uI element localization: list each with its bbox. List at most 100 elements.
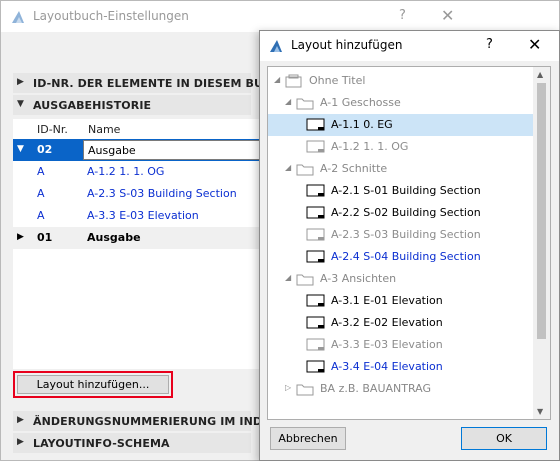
expand-arrow-icon[interactable]: ▷ <box>285 383 291 392</box>
window-title: Layoutbuch-Einstellungen <box>33 9 189 23</box>
table-row[interactable]: ▼ 02 Ausgabe <box>13 139 261 161</box>
expand-arrow-icon: ▶ <box>17 77 24 87</box>
tree-label: A-2.4 S-04 Building Section <box>331 250 481 263</box>
scrollbar-thumb[interactable] <box>537 83 546 339</box>
folder-icon <box>296 274 314 286</box>
help-button[interactable]: ? <box>486 37 493 52</box>
section-label: ÄNDERUNGSNUMMERIERUNG IM INDEX <box>33 415 279 428</box>
expand-arrow-icon: ▶ <box>17 437 24 447</box>
archicad-icon <box>270 40 282 52</box>
row-name: A-3.3 E-03 Elevation <box>87 209 199 222</box>
add-layout-highlight: Layout hinzufügen... <box>13 371 173 398</box>
section-history[interactable]: ▼ AUSGABEHISTORIE <box>13 95 251 115</box>
tree-node-layout[interactable]: A-3.1 E-01 Elevation <box>268 290 538 312</box>
tree-node-layout[interactable]: A-3.4 E-04 Elevation <box>268 356 538 378</box>
section-change-numbering[interactable]: ▶ ÄNDERUNGSNUMMERIERUNG IM INDEX <box>13 411 278 431</box>
layout-icon <box>306 228 325 241</box>
section-label: ID-NR. DER ELEMENTE IN DIESEM BUCH <box>33 77 281 90</box>
tree-label: A-1 Geschosse <box>320 96 401 109</box>
tree-label: A-1.1 0. EG <box>331 118 393 131</box>
archicad-icon <box>12 11 24 23</box>
dialog-title: Layout hinzufügen <box>291 38 403 52</box>
folder-icon <box>296 384 314 396</box>
tree-label: Ohne Titel <box>309 74 366 87</box>
section-layoutinfo[interactable]: ▶ LAYOUTINFO-SCHEMA <box>13 433 251 453</box>
row-id: A <box>37 209 45 222</box>
window-titlebar: Layoutbuch-Einstellungen ? ✕ <box>1 1 559 32</box>
tree-label: A-3.4 E-04 Elevation <box>331 360 443 373</box>
collapse-arrow-icon[interactable]: ◢ <box>285 97 291 106</box>
row-id: A <box>37 187 45 200</box>
book-icon <box>285 74 302 88</box>
tree-node-layout[interactable]: A-3.3 E-03 Elevation <box>268 334 538 356</box>
table-row[interactable]: A A-1.2 1. 1. OG <box>13 161 261 183</box>
folder-icon <box>296 98 314 110</box>
tree-label: A-2.2 S-02 Building Section <box>331 206 481 219</box>
collapse-arrow-icon[interactable]: ▼ <box>17 144 24 154</box>
expand-arrow-icon[interactable]: ▶ <box>17 232 24 242</box>
add-layout-button[interactable]: Layout hinzufügen... <box>17 375 169 394</box>
row-id: 01 <box>37 231 53 244</box>
tree-label: A-3.2 E-02 Elevation <box>331 316 443 329</box>
layout-icon <box>306 118 325 131</box>
section-label: AUSGABEHISTORIE <box>33 99 152 112</box>
tree-label: A-1.2 1. 1. OG <box>331 140 409 153</box>
dialog-titlebar: Layout hinzufügen ? ✕ <box>260 31 559 61</box>
tree-node-folder[interactable]: ▷ BA z.B. BAUANTRAG <box>268 378 538 400</box>
tree-label: A-2.3 S-03 Building Section <box>331 228 481 241</box>
section-id-numbers[interactable]: ▶ ID-NR. DER ELEMENTE IN DIESEM BUCH <box>13 73 280 93</box>
close-button[interactable]: ✕ <box>441 6 454 25</box>
row-name: Ausgabe <box>87 231 141 244</box>
tree-node-folder[interactable]: ◢ A-2 Schnitte <box>268 158 538 180</box>
tree-node-layout[interactable]: A-2.1 S-01 Building Section <box>268 180 538 202</box>
col-name-header: Name <box>88 123 121 136</box>
tree-node-layout[interactable]: A-2.4 S-04 Building Section <box>268 246 538 268</box>
tree-node-layout[interactable]: A-3.2 E-02 Elevation <box>268 312 538 334</box>
expand-arrow-icon: ▶ <box>17 415 24 425</box>
tree-label: A-3.3 E-03 Elevation <box>331 338 443 351</box>
layout-icon <box>306 294 325 307</box>
tree-label: A-2 Schnitte <box>320 162 388 175</box>
tree-node-layout[interactable]: A-2.2 S-02 Building Section <box>268 202 538 224</box>
layout-icon <box>306 338 325 351</box>
section-label: LAYOUTINFO-SCHEMA <box>33 437 170 450</box>
layout-icon <box>306 206 325 219</box>
ok-button[interactable]: OK <box>461 427 547 450</box>
tree-node-folder[interactable]: ◢ A-3 Ansichten <box>268 268 538 290</box>
add-layout-dialog: Layout hinzufügen ? ✕ ◢ Ohne Titel ◢ A-1… <box>259 30 560 461</box>
layout-icon <box>306 360 325 373</box>
help-button[interactable]: ? <box>399 8 406 23</box>
scroll-down-icon[interactable]: ▼ <box>537 407 543 416</box>
cancel-button[interactable]: Abbrechen <box>270 427 346 450</box>
tree-node-layout[interactable]: A-1.1 0. EG <box>268 114 538 136</box>
tree-node-layout[interactable]: A-1.2 1. 1. OG <box>268 136 538 158</box>
table-header: ID-Nr. Name <box>13 119 261 139</box>
tree-label: BA z.B. BAUANTRAG <box>320 382 432 395</box>
folder-icon <box>296 164 314 176</box>
layout-icon <box>306 140 325 153</box>
collapse-arrow-icon[interactable]: ◢ <box>274 75 280 84</box>
tree-label: A-3.1 E-01 Elevation <box>331 294 443 307</box>
table-row[interactable]: A A-2.3 S-03 Building Section <box>13 183 261 205</box>
layout-icon <box>306 250 325 263</box>
collapse-arrow-icon: ▼ <box>17 99 24 109</box>
history-table: ID-Nr. Name ▼ 02 Ausgabe A A-1.2 1. 1. O… <box>13 119 261 369</box>
layout-icon <box>306 316 325 329</box>
tree-node-folder[interactable]: ◢ A-1 Geschosse <box>268 92 538 114</box>
tree-node-root[interactable]: ◢ Ohne Titel <box>268 70 538 92</box>
col-id-header: ID-Nr. <box>37 123 68 136</box>
tree-label: A-2.1 S-01 Building Section <box>331 184 481 197</box>
tree-scrollbar[interactable]: ▲ ▼ <box>533 67 550 419</box>
close-button[interactable]: ✕ <box>528 35 541 54</box>
row-name: A-1.2 1. 1. OG <box>87 165 165 178</box>
scroll-up-icon[interactable]: ▲ <box>537 70 543 79</box>
layout-tree[interactable]: ◢ Ohne Titel ◢ A-1 Geschosse A-1.1 0. EG <box>267 66 551 420</box>
collapse-arrow-icon[interactable]: ◢ <box>285 163 291 172</box>
table-row[interactable]: A A-3.3 E-03 Elevation <box>13 205 261 227</box>
collapse-arrow-icon[interactable]: ◢ <box>285 273 291 282</box>
table-row[interactable]: ▶ 01 Ausgabe <box>13 227 261 249</box>
name-edit-field[interactable]: Ausgabe <box>83 140 261 160</box>
tree-label: A-3 Ansichten <box>320 272 397 285</box>
row-id: 02 <box>37 143 53 156</box>
tree-node-layout[interactable]: A-2.3 S-03 Building Section <box>268 224 538 246</box>
